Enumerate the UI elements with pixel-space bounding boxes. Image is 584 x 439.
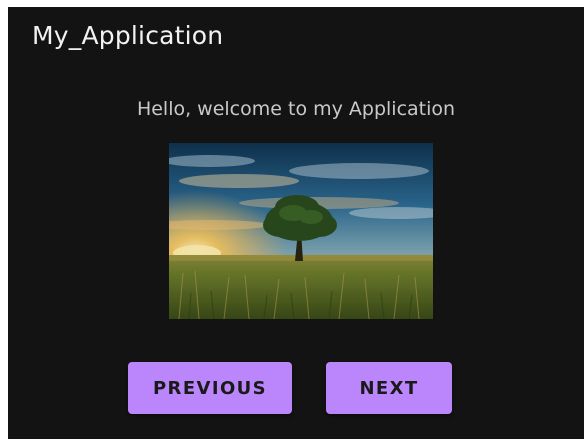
- previous-button[interactable]: PREVIOUS: [128, 362, 292, 414]
- welcome-text: Hello, welcome to my Application: [136, 98, 456, 120]
- landscape-image: [169, 143, 433, 319]
- app-bar: My_Application: [8, 7, 584, 71]
- app-title: My_Application: [32, 21, 224, 50]
- next-button[interactable]: NEXT: [326, 362, 452, 414]
- app-screen: My_Application Hello, welcome to my Appl…: [8, 7, 584, 439]
